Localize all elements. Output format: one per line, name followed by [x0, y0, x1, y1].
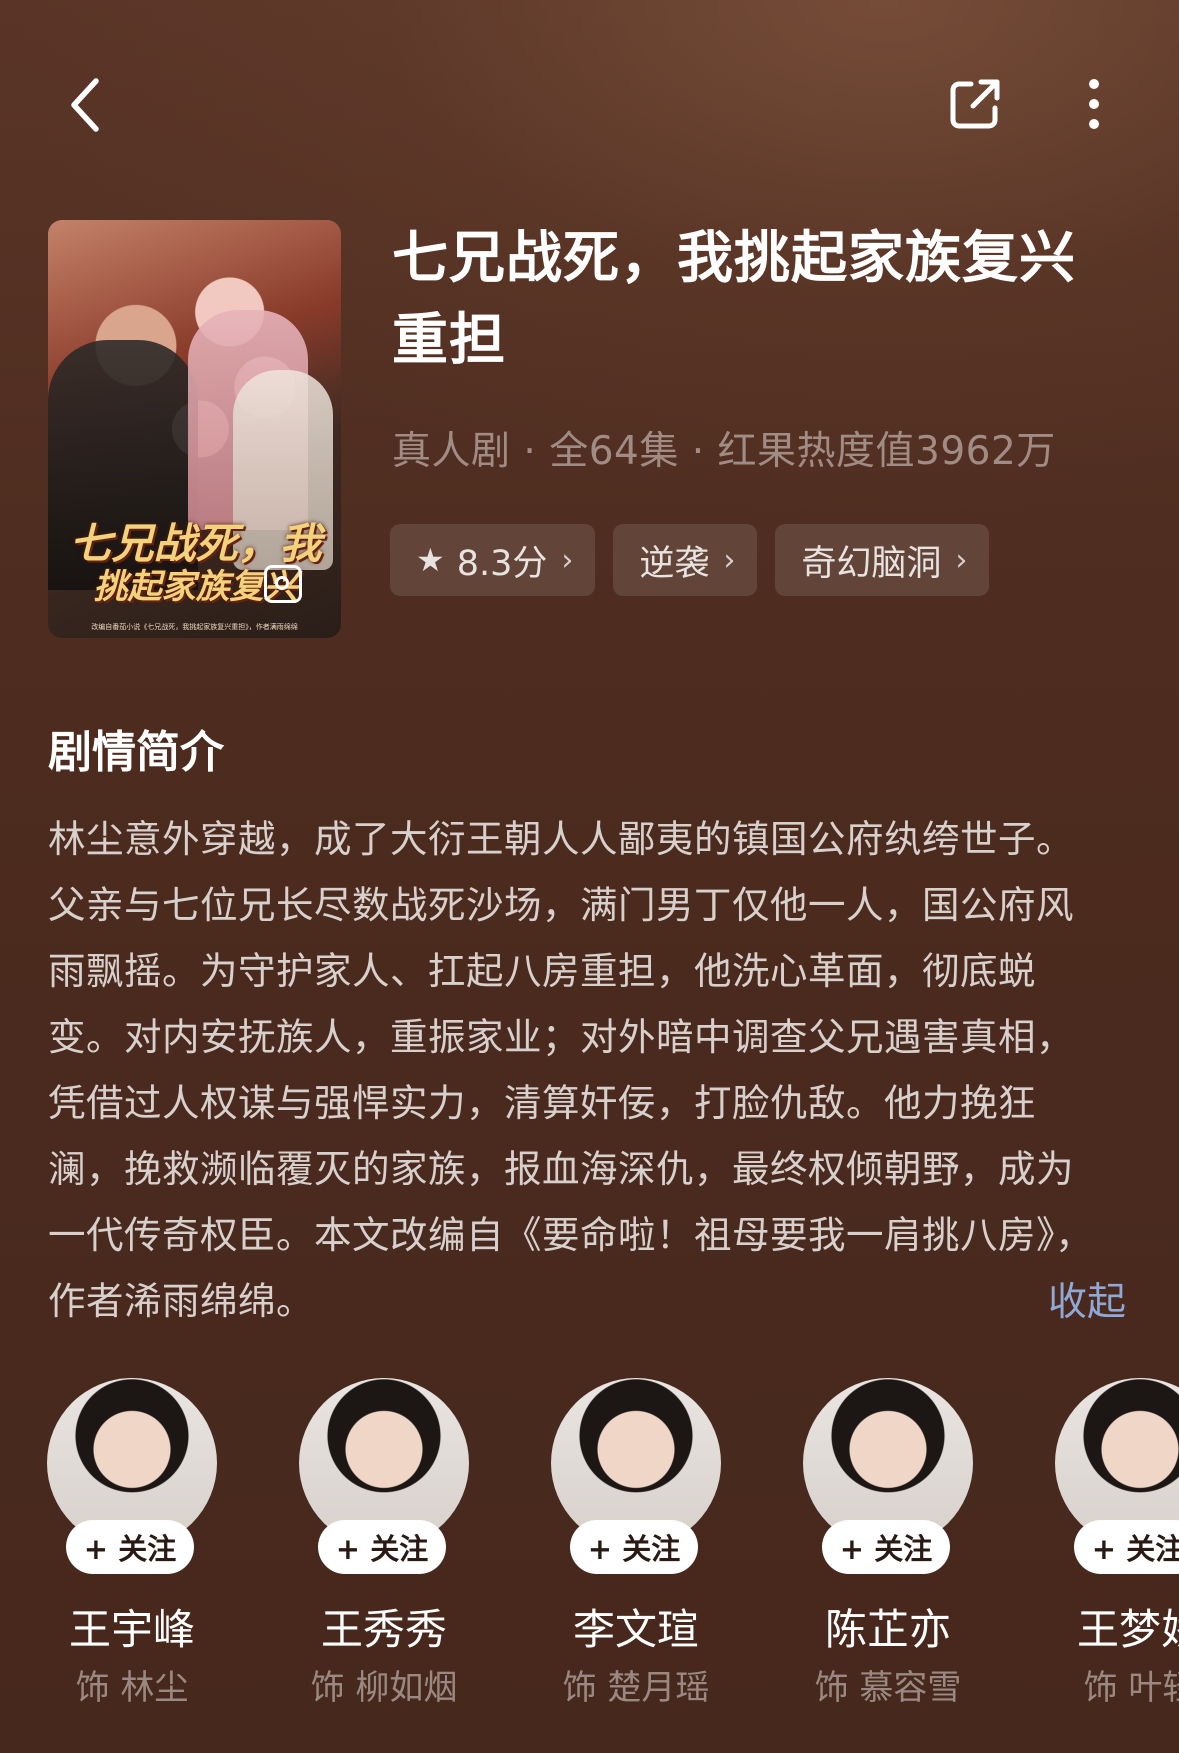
cast-role: 饰 柳如烟 — [310, 1668, 458, 1708]
synopsis-heading: 剧情简介 — [48, 727, 224, 778]
rating-tag[interactable]: ★ 8.3分 › — [390, 524, 596, 596]
cast-name: 王梦娇 — [1076, 1605, 1179, 1654]
cast-name: 王宇峰 — [68, 1605, 195, 1654]
cast-card[interactable]: + 关注 王秀秀 饰 柳如烟 — [284, 1378, 484, 1708]
rating-label: 8.3分 — [456, 543, 548, 584]
chevron-right-icon: › — [955, 542, 968, 578]
cast-name: 陈芷亦 — [824, 1605, 951, 1654]
poster-note: 改编自番茄小说《七兄战死，我挑起家族复兴重担》，作者满雨绵绵 — [91, 623, 298, 631]
chevron-right-icon: › — [561, 542, 574, 578]
cast-card[interactable]: + 关注 陈芷亦 饰 慕容雪 — [788, 1378, 988, 1708]
cast-card[interactable]: + 关注 李文瑄 饰 楚月瑶 — [536, 1378, 736, 1708]
share-button[interactable] — [945, 74, 1005, 134]
more-vertical-icon — [1089, 79, 1099, 129]
poster-title-line: 七兄战死，我 — [69, 519, 322, 568]
cast-card[interactable]: + 关注 王宇峰 饰 林尘 — [32, 1378, 232, 1708]
cast-card[interactable]: + 关注 王梦娇 饰 叶轻 — [1040, 1378, 1179, 1708]
share-icon — [950, 79, 1000, 129]
poster-badge-icon — [264, 565, 302, 603]
follow-button[interactable]: + 关注 — [822, 1520, 950, 1574]
cast-role: 饰 楚月瑶 — [562, 1668, 710, 1708]
follow-button[interactable]: + 关注 — [1074, 1520, 1179, 1574]
cast-role: 饰 叶轻 — [1083, 1668, 1179, 1708]
cast-list: + 关注 王宇峰 饰 林尘 + 关注 王秀秀 饰 柳如烟 + 关注 李文瑄 饰 … — [0, 1378, 1179, 1708]
chevron-left-icon — [71, 78, 99, 132]
drama-meta: 真人剧 · 全64集 · 红果热度值3962万 — [392, 429, 1056, 474]
follow-button[interactable]: + 关注 — [66, 1520, 194, 1574]
cast-role: 饰 慕容雪 — [814, 1668, 962, 1708]
genre-tag[interactable]: 逆袭 › — [613, 524, 758, 596]
top-bar — [0, 60, 1179, 150]
tag-row: ★ 8.3分 › 逆袭 › 奇幻脑洞 › — [390, 524, 990, 596]
more-button[interactable] — [1070, 74, 1118, 134]
tag-label: 逆袭 — [639, 543, 710, 584]
follow-button[interactable]: + 关注 — [570, 1520, 698, 1574]
synopsis-text: 林尘意外穿越，成了大衍王朝人人鄙夷的镇国公府纨绔世子。父亲与七位兄长尽数战死沙场… — [48, 817, 1094, 1323]
cast-name: 王秀秀 — [320, 1605, 447, 1654]
chevron-right-icon: › — [723, 542, 736, 578]
drama-poster[interactable]: 七兄战死，我 挑起家族复兴 改编自番茄小说《七兄战死，我挑起家族复兴重担》，作者… — [48, 220, 341, 638]
genre-tag[interactable]: 奇幻脑洞 › — [775, 524, 990, 596]
back-button[interactable] — [60, 75, 120, 135]
cast-name: 李文瑄 — [572, 1605, 699, 1654]
tag-label: 奇幻脑洞 — [801, 543, 942, 584]
drama-title: 七兄战死，我挑起家族复兴重担 — [392, 226, 1076, 373]
star-icon: ★ — [416, 541, 445, 579]
cast-role: 饰 林尘 — [75, 1668, 189, 1708]
follow-button[interactable]: + 关注 — [318, 1520, 446, 1574]
collapse-button[interactable]: 收起 — [1048, 1271, 1126, 1327]
